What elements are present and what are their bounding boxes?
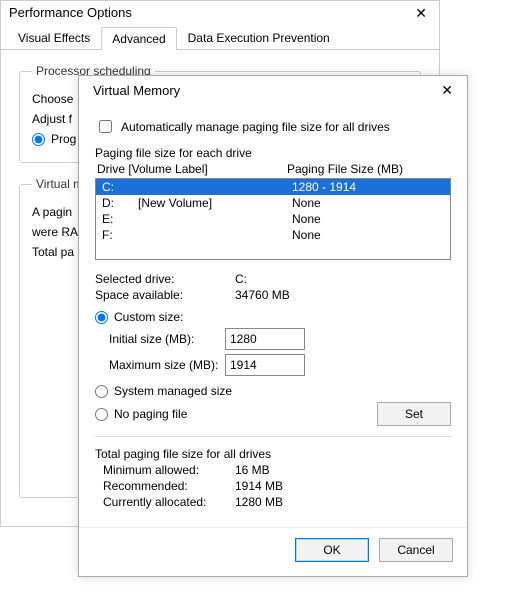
space-available-value: 34760 MB <box>235 288 290 302</box>
recommended-label: Recommended: <box>95 479 235 493</box>
drive-row[interactable]: F: None <box>96 227 450 243</box>
set-button[interactable]: Set <box>377 402 451 426</box>
totals-title: Total paging file size for all drives <box>95 447 451 461</box>
tab-visual-effects[interactable]: Visual Effects <box>7 26 101 49</box>
initial-size-label: Initial size (MB): <box>95 332 225 346</box>
drive-size: 1280 - 1914 <box>288 180 444 194</box>
perf-title-text: Performance Options <box>9 5 132 22</box>
vm-titlebar: Virtual Memory ✕ <box>79 76 467 105</box>
dialog-footer: OK Cancel <box>79 527 467 576</box>
drive-label <box>138 212 288 226</box>
custom-size-label: Custom size: <box>114 310 183 324</box>
drive-list[interactable]: C:1280 - 1914D:[New Volume]NoneE:NoneF:N… <box>95 178 451 260</box>
currently-allocated-value: 1280 MB <box>235 495 283 509</box>
drive-size: None <box>288 212 444 226</box>
auto-manage-label: Automatically manage paging file size fo… <box>121 120 390 134</box>
cancel-button[interactable]: Cancel <box>379 538 453 562</box>
programs-radio[interactable] <box>32 133 45 146</box>
drive-list-header: Drive [Volume Label] Paging File Size (M… <box>95 162 451 176</box>
drive-label <box>138 180 288 194</box>
drive-letter: F: <box>102 228 138 242</box>
perf-tabs: Visual Effects Advanced Data Execution P… <box>1 26 439 50</box>
min-allowed-value: 16 MB <box>235 463 270 477</box>
vm-title-text: Virtual Memory <box>93 83 180 98</box>
close-icon[interactable]: ✕ <box>437 82 457 99</box>
custom-size-radio[interactable] <box>95 311 108 324</box>
min-allowed-label: Minimum allowed: <box>95 463 235 477</box>
system-managed-radio[interactable] <box>95 385 108 398</box>
separator <box>95 436 451 437</box>
header-size: Paging File Size (MB) <box>287 162 403 176</box>
tab-advanced[interactable]: Advanced <box>101 27 176 50</box>
drive-size: None <box>288 228 444 242</box>
drive-label <box>138 228 288 242</box>
drive-letter: D: <box>102 196 138 210</box>
initial-size-input[interactable] <box>225 328 305 350</box>
virtual-memory-dialog: Virtual Memory ✕ Automatically manage pa… <box>78 75 468 577</box>
header-drive: Drive [Volume Label] <box>97 162 287 176</box>
drive-row[interactable]: C: 1280 - 1914 <box>96 179 450 195</box>
tab-dep[interactable]: Data Execution Prevention <box>177 26 341 49</box>
selected-drive-label: Selected drive: <box>95 272 235 286</box>
system-managed-label: System managed size <box>114 384 232 398</box>
no-paging-radio[interactable] <box>95 408 108 421</box>
maximum-size-label: Maximum size (MB): <box>95 358 225 372</box>
paging-section-label: Paging file size for each drive <box>95 146 451 160</box>
drive-letter: C: <box>102 180 138 194</box>
currently-allocated-label: Currently allocated: <box>95 495 235 509</box>
no-paging-label: No paging file <box>114 407 187 421</box>
space-available-label: Space available: <box>95 288 235 302</box>
close-icon[interactable]: ✕ <box>411 5 431 22</box>
drive-letter: E: <box>102 212 138 226</box>
drive-size: None <box>288 196 444 210</box>
ok-button[interactable]: OK <box>295 538 369 562</box>
programs-label: Prog <box>51 132 76 146</box>
drive-row[interactable]: E: None <box>96 211 450 227</box>
selected-drive-value: C: <box>235 272 247 286</box>
recommended-value: 1914 MB <box>235 479 283 493</box>
perf-titlebar: Performance Options ✕ <box>1 1 439 26</box>
maximum-size-input[interactable] <box>225 354 305 376</box>
drive-row[interactable]: D:[New Volume]None <box>96 195 450 211</box>
auto-manage-checkbox[interactable] <box>99 120 112 133</box>
drive-label: [New Volume] <box>138 196 288 210</box>
